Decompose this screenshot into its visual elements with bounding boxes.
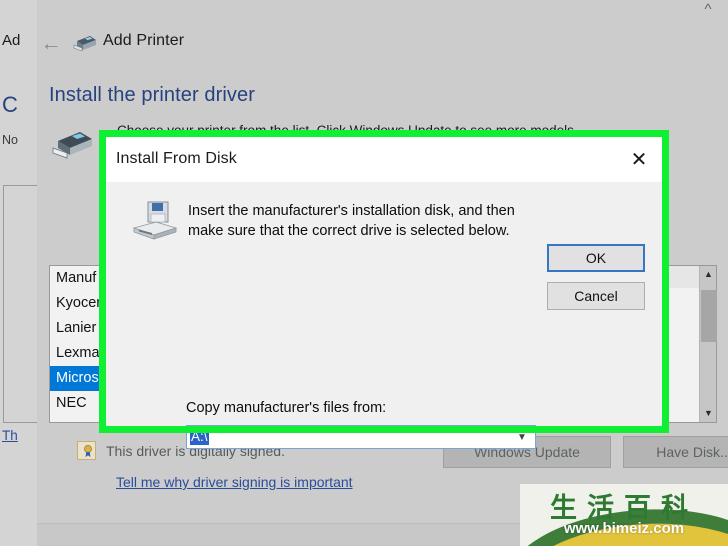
page-title: Install the printer driver bbox=[49, 84, 256, 106]
chevron-up-icon[interactable]: ▲ bbox=[700, 266, 717, 283]
chevron-up-icon[interactable]: ^ bbox=[697, 2, 719, 18]
window-title: Add Printer bbox=[103, 32, 185, 49]
sliver-listbox bbox=[3, 185, 37, 423]
back-arrow-icon[interactable]: ← bbox=[37, 30, 65, 58]
certificate-icon bbox=[77, 441, 96, 460]
sliver-body-text: No bbox=[2, 133, 18, 147]
printer-large-icon bbox=[52, 127, 94, 163]
dialog-title: Install From Disk bbox=[116, 150, 237, 167]
copy-files-value[interactable]: A:\ bbox=[190, 429, 209, 445]
ok-button[interactable]: OK bbox=[547, 244, 645, 272]
scrollbar[interactable]: ▲ ▼ bbox=[699, 266, 717, 422]
close-icon[interactable]: ✕ bbox=[616, 137, 662, 182]
screenshot-root: ^ ← Add Printer Install the printer driv… bbox=[0, 0, 728, 546]
scrollbar-thumb[interactable] bbox=[701, 290, 717, 342]
dialog-title-bar: Install From Disk ✕ bbox=[106, 137, 662, 182]
copy-files-label: Copy manufacturer's files from: bbox=[186, 400, 387, 416]
watermark: 生活百科 www.bimeiz.com bbox=[520, 484, 728, 546]
sliver-title-text: Ad bbox=[2, 32, 21, 49]
sliver-link[interactable]: Th bbox=[2, 428, 18, 443]
page-subtitle: Choose your printer from the list. Click… bbox=[117, 123, 578, 138]
watermark-url: www.bimeiz.com bbox=[563, 520, 685, 537]
chevron-down-icon[interactable]: ▼ bbox=[513, 426, 531, 448]
install-from-disk-dialog: Install From Disk ✕ Insert the manufactu… bbox=[106, 137, 662, 449]
sliver-heading-text: C bbox=[2, 92, 18, 117]
driver-signing-link[interactable]: Tell me why driver signing is important bbox=[116, 474, 353, 490]
background-window-sliver: Ad C No Th bbox=[0, 0, 37, 546]
cancel-button[interactable]: Cancel bbox=[547, 282, 645, 310]
wizard-nav-bar: ← Add Printer bbox=[37, 24, 728, 64]
have-disk-button[interactable]: Have Disk... bbox=[623, 436, 728, 468]
dialog-body: Insert the manufacturer's installation d… bbox=[106, 182, 662, 449]
dialog-message: Insert the manufacturer's installation d… bbox=[188, 203, 515, 239]
floppy-drive-icon bbox=[132, 200, 178, 242]
copy-files-combobox[interactable]: A:\ ▼ bbox=[186, 425, 536, 449]
printer-icon bbox=[73, 32, 97, 54]
chevron-down-icon[interactable]: ▼ bbox=[700, 405, 717, 422]
